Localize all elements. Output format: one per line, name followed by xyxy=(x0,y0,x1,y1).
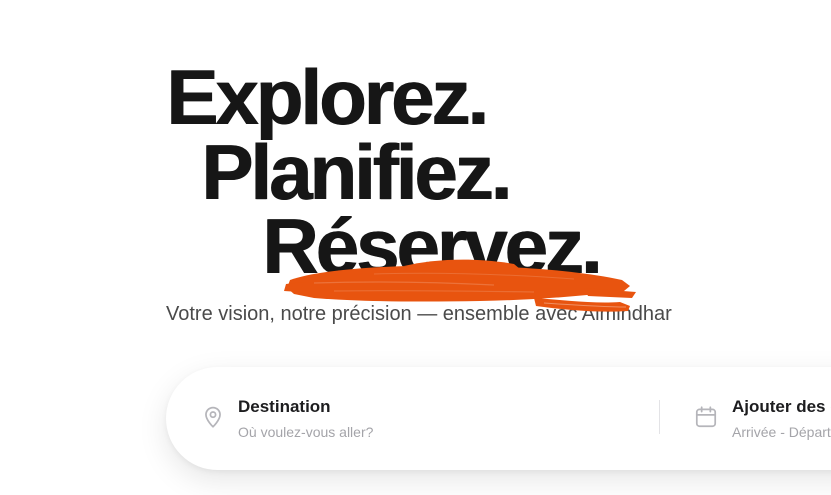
search-bar: Destination Où voulez-vous aller? Ajoute… xyxy=(166,367,831,470)
dates-label: Ajouter des dates xyxy=(732,397,831,416)
calendar-icon xyxy=(695,406,717,428)
headline-planifiez: Planifiez. xyxy=(201,128,512,216)
hero-section: Explorez. Planifiez. Réservez. Votre vis… xyxy=(0,0,831,495)
brush-stroke-decoration xyxy=(284,259,636,312)
map-pin-icon xyxy=(205,406,221,428)
dates-placeholder: Arrivée - Départ xyxy=(732,424,831,440)
headline-explorez: Explorez. xyxy=(166,53,489,141)
destination-field[interactable]: Destination Où voulez-vous aller? xyxy=(186,367,626,470)
dates-field[interactable]: Ajouter des dates Arrivée - Départ xyxy=(681,367,831,470)
destination-label: Destination xyxy=(238,397,331,416)
search-divider xyxy=(659,400,660,434)
destination-placeholder: Où voulez-vous aller? xyxy=(238,424,374,440)
